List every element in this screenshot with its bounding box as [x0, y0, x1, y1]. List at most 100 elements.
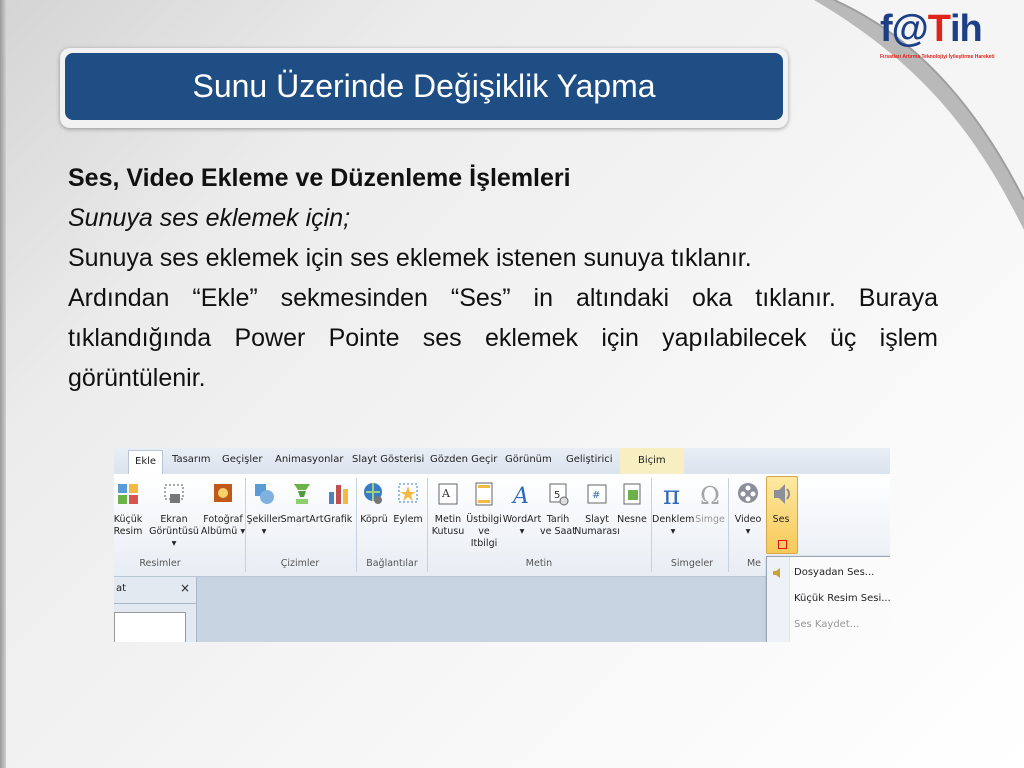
slide-body: Ses, Video Ekleme ve Düzenleme İşlemleri…	[68, 158, 938, 398]
tab-gorunum[interactable]: Görünüm	[505, 454, 552, 465]
slide-thumbnail[interactable]	[114, 612, 186, 642]
body-line: Sunuya ses eklemek için ses eklemek iste…	[68, 244, 752, 272]
metin-kutusu-button[interactable]: A Metin Kutusu	[428, 480, 468, 538]
logo-t: T	[927, 8, 951, 50]
sekiller-button[interactable]: Şekiller ▾	[244, 480, 284, 538]
nesne-button[interactable]: Nesne	[612, 480, 652, 526]
action-star-icon	[398, 483, 418, 503]
logo-ih: ih	[949, 8, 983, 50]
group-label-baglantilar: Bağlantılar	[366, 558, 418, 569]
btn-label: ve Saat	[540, 526, 576, 537]
tab-gecisler[interactable]: Geçişler	[222, 454, 262, 465]
group-label-simgeler: Simgeler	[670, 558, 714, 569]
kucuk-resim-button[interactable]: Küçük Resim	[114, 480, 148, 538]
svg-text:5: 5	[554, 490, 560, 501]
screenshot-icon	[164, 484, 184, 503]
svg-text:A: A	[441, 487, 451, 500]
ribbon-tabs: Ekle Tasarım Geçişler Animasyonlar Slayt…	[114, 448, 890, 475]
tab-gozden-gecir[interactable]: Gözden Geçir	[430, 454, 497, 465]
btn-label: ▾	[745, 526, 751, 537]
btn-label: Denklem	[652, 514, 695, 525]
tab-ekle[interactable]: Ekle	[128, 450, 164, 475]
wordart-button[interactable]: A WordArt ▾	[502, 480, 542, 538]
btn-label: ve Itbilgi	[470, 526, 498, 549]
btn-label: WordArt	[502, 514, 542, 525]
pi-icon: π	[663, 481, 680, 508]
photo-album-icon	[214, 484, 232, 502]
header-footer-icon	[475, 482, 493, 506]
shapes-icon	[255, 484, 274, 504]
btn-label: Numarası	[574, 526, 620, 537]
ribbon-screenshot: Ekle Tasarım Geçişler Animasyonlar Slayt…	[114, 448, 890, 642]
svg-text:π: π	[663, 481, 680, 508]
btn-label: Ekran	[160, 514, 188, 525]
btn-label: Köprü	[360, 514, 388, 525]
logo-subtitle: Fırsatları Artırma Teknolojiyi İyileştir…	[880, 54, 995, 60]
smartart-icon	[294, 484, 310, 504]
btn-label: Grafik	[323, 514, 353, 525]
ses-dropdown-arrow-highlight[interactable]	[778, 540, 787, 549]
slide-left-edge	[0, 0, 6, 768]
clipart-icon	[118, 484, 138, 504]
btn-label: Küçük	[114, 514, 143, 525]
slides-pane-header: at ×	[114, 577, 196, 604]
svg-text:A: A	[511, 484, 529, 508]
btn-label: Tarih	[546, 514, 570, 525]
btn-label: Metin	[434, 514, 462, 525]
denklem-button[interactable]: π Denklem ▾	[652, 480, 694, 538]
menu-item-ses-kaydet[interactable]: Ses Kaydet...	[794, 619, 859, 630]
btn-label: Görüntüsü ▾	[149, 526, 199, 549]
menu-item-dosyadan-ses[interactable]: Dosyadan Ses...	[794, 567, 874, 578]
fotograf-albumu-button[interactable]: Fotoğraf Albümü ▾	[200, 480, 246, 538]
btn-label: Üstbilgi	[466, 514, 502, 525]
logo-wordmark: f @ T ih	[880, 6, 1020, 52]
slides-pane: at ×	[114, 577, 197, 642]
section-heading: Ses, Video Ekleme ve Düzenleme İşlemleri	[68, 164, 571, 192]
simge-button[interactable]: Ω Simge	[690, 480, 730, 526]
calendar-icon: 5	[549, 483, 569, 506]
svg-text:#: #	[592, 490, 600, 501]
fatih-logo: f @ T ih Fırsatları Artırma Teknolojiyi …	[880, 6, 1020, 68]
ses-dropdown-menu: Dosyadan Ses... Küçük Resim Sesi... Ses …	[766, 556, 890, 642]
logo-f: f	[880, 8, 893, 50]
close-icon[interactable]: ×	[180, 581, 190, 595]
btn-label: Slayt	[585, 514, 609, 525]
grafik-button[interactable]: Grafik	[318, 480, 358, 526]
ustbilgi-button[interactable]: Üstbilgi ve Itbilgi	[464, 480, 504, 550]
ekran-goruntusu-button[interactable]: Ekran Görüntüsü ▾	[146, 480, 202, 550]
film-reel-icon	[738, 483, 758, 503]
textbox-icon: A	[438, 483, 458, 505]
group-label-medya: Me	[746, 558, 762, 569]
btn-label: Resim	[114, 526, 143, 537]
ses-button[interactable]: Ses	[761, 480, 801, 526]
tarih-saat-button[interactable]: 5 Tarih ve Saat	[538, 480, 578, 538]
tab-gelistirici[interactable]: Geliştirici	[566, 454, 613, 465]
tab-slayt-gosterisi[interactable]: Slayt Gösterisi	[352, 454, 424, 465]
pane-tab-label[interactable]: at	[116, 583, 126, 594]
title-banner: Sunu Üzerinde Değişiklik Yapma	[60, 48, 788, 128]
speaker-icon	[773, 568, 780, 578]
eylem-button[interactable]: Eylem	[388, 480, 428, 526]
omega-icon: Ω	[700, 482, 720, 508]
svg-text:Ω: Ω	[700, 482, 720, 508]
btn-label: Simge	[695, 514, 725, 525]
btn-label: Şekiller	[246, 514, 282, 525]
wordart-icon: A	[511, 484, 529, 508]
group-label-metin: Metin	[525, 558, 553, 569]
tab-animasyonlar[interactable]: Animasyonlar	[275, 454, 343, 465]
btn-label: ▾	[261, 526, 267, 537]
object-icon	[623, 483, 641, 505]
menu-icon-strip	[767, 557, 790, 642]
btn-label: Eylem	[393, 514, 423, 525]
btn-label: SmartArt	[280, 514, 324, 525]
tab-bicim[interactable]: Biçim	[620, 448, 684, 474]
tab-tasarim[interactable]: Tasarım	[172, 454, 211, 465]
speaker-icon	[774, 484, 790, 504]
btn-label: ▾	[519, 526, 525, 537]
chart-icon	[329, 485, 348, 504]
group-label-resimler: Resimler	[139, 558, 181, 569]
menu-item-kucuk-resim-sesi[interactable]: Küçük Resim Sesi...	[794, 593, 890, 604]
btn-label: Albümü ▾	[200, 526, 246, 537]
btn-label: ▾	[670, 526, 676, 537]
logo-at: @	[891, 8, 929, 50]
